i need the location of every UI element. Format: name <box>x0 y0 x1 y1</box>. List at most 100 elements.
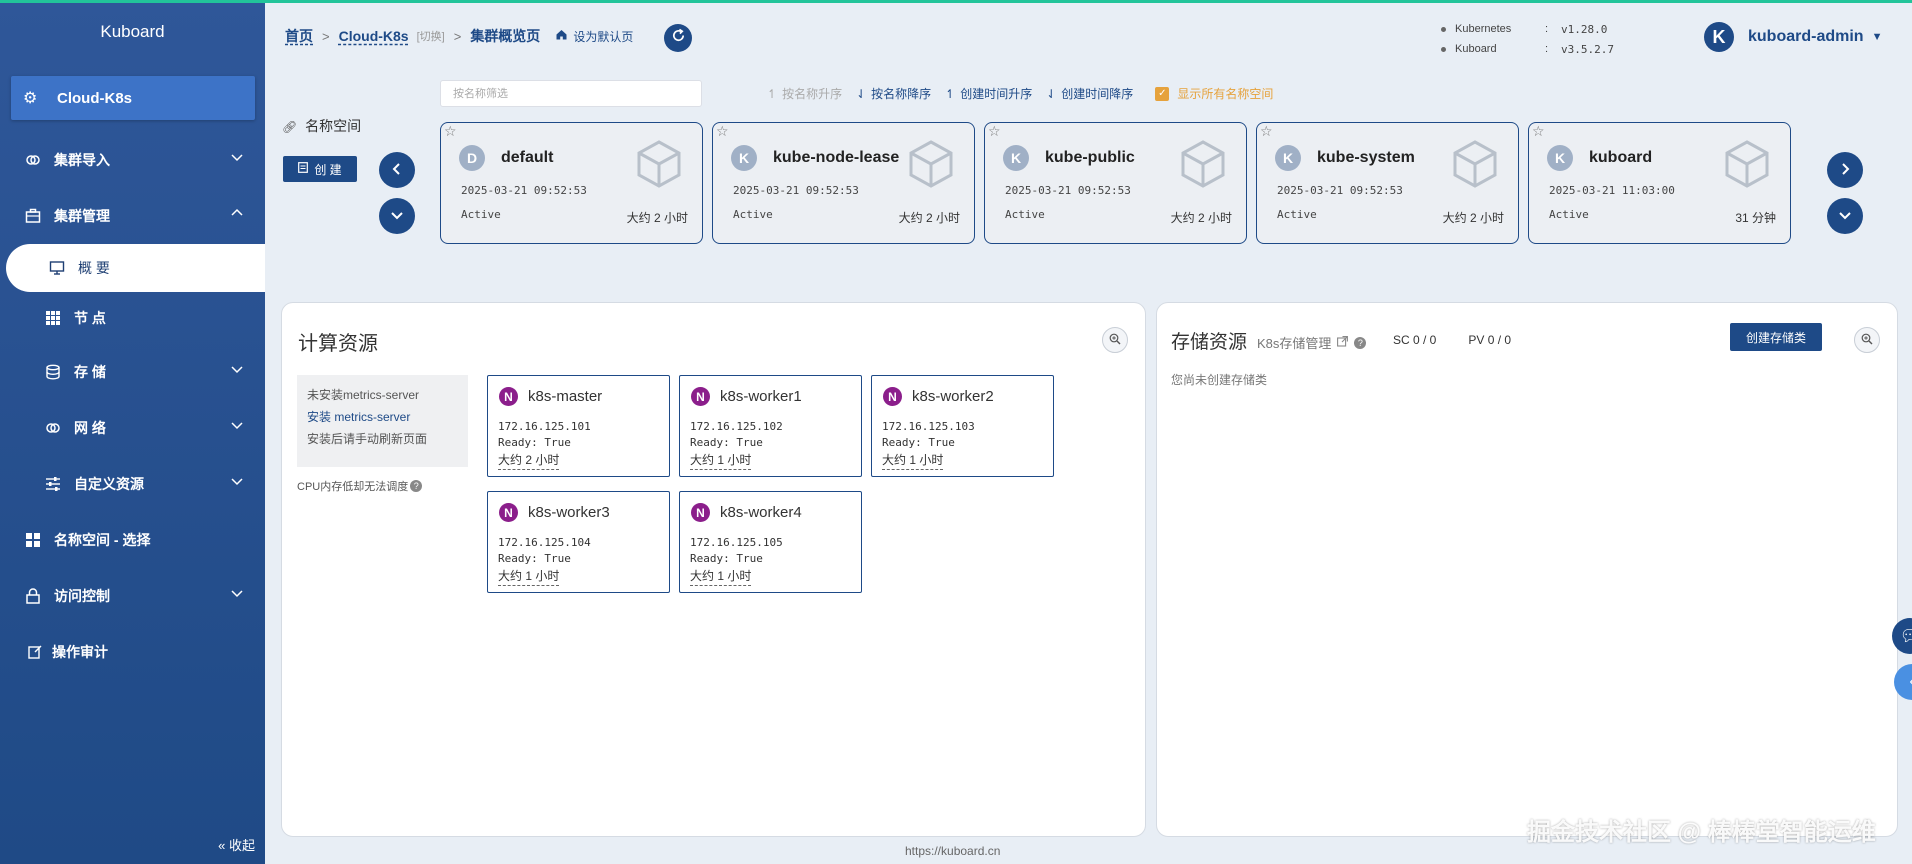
metrics-server-notice: 未安装metrics-server 安装 metrics-server 安装后请… <box>297 375 468 467</box>
node-card-k8s-master[interactable]: N k8s-master 172.16.125.101 Ready: True … <box>487 375 670 477</box>
sidebar-item-label: 集群管理 <box>54 208 110 224</box>
arrow-up-icon: ↿ <box>767 86 778 101</box>
namespace-age: 大约 2 小时 <box>626 211 688 225</box>
star-icon[interactable]: ☆ <box>716 123 729 140</box>
network-icon <box>44 419 62 437</box>
sidebar-item-network[interactable]: 网 络 <box>0 408 265 448</box>
namespace-card-kube-system[interactable]: ☆ K kube-system 2025-03-21 09:52:53 Acti… <box>1256 122 1519 244</box>
chevron-down-icon <box>231 419 243 434</box>
user-menu[interactable]: K kuboard-admin ▼ <box>1704 22 1882 52</box>
arrow-up-icon: ↿ <box>945 86 956 101</box>
cube-icon <box>1725 140 1769 188</box>
double-chevron-left-icon: « <box>218 838 226 853</box>
sidebar-item-namespace-select[interactable]: 名称空间 - 选择 <box>0 520 265 560</box>
footer-url[interactable]: https://kuboard.cn <box>905 844 1000 858</box>
breadcrumb-current: 集群概览页 <box>470 28 541 44</box>
node-name: k8s-worker3 <box>528 504 610 521</box>
app-logo[interactable]: Kuboard <box>0 22 265 42</box>
sidebar-item-custom-resources[interactable]: 自定义资源 <box>0 464 265 504</box>
sidebar: Kuboard ⚙ Cloud-K8s 集群导入 集群管理 概 要 节 点 存 … <box>0 0 265 864</box>
sort-name-desc[interactable]: ⇃ 按名称降序 <box>856 85 931 102</box>
sidebar-collapse[interactable]: « 收起 <box>218 835 255 854</box>
sidebar-item-label: 集群导入 <box>54 152 110 168</box>
breadcrumb-cluster[interactable]: Cloud-K8s <box>339 28 409 44</box>
sort-name-asc[interactable]: ↿ 按名称升序 <box>767 85 842 102</box>
namespace-status: Active <box>1549 208 1589 221</box>
zoom-button[interactable] <box>1854 327 1880 353</box>
sort-label: 按名称降序 <box>871 87 932 101</box>
chevron-up-icon <box>231 207 243 222</box>
node-ip: 172.16.125.103 <box>882 420 975 433</box>
node-card-k8s-worker1[interactable]: N k8s-worker1 172.16.125.102 Ready: True… <box>679 375 862 477</box>
sidebar-item-import[interactable]: 集群导入 <box>0 140 265 180</box>
storage-management-link[interactable]: K8s存储管理 ? <box>1257 333 1367 352</box>
node-card-k8s-worker2[interactable]: N k8s-worker2 172.16.125.103 Ready: True… <box>871 375 1054 477</box>
sidebar-item-nodes[interactable]: 节 点 <box>0 298 265 338</box>
sidebar-item-overview[interactable]: 概 要 <box>6 244 265 292</box>
set-default-label: 设为默认页 <box>573 29 634 44</box>
namespace-sort-bar: ↿ 按名称升序 ⇃ 按名称降序 ↿ 创建时间升序 ⇃ 创建时间降序 ✓ 显示所有… <box>767 85 1273 102</box>
namespace-age: 大约 2 小时 <box>1442 211 1504 225</box>
sidebar-item-manage[interactable]: 集群管理 <box>0 196 265 236</box>
star-icon[interactable]: ☆ <box>1532 123 1545 140</box>
node-ip: 172.16.125.105 <box>690 536 783 549</box>
sidebar-item-label: 访问控制 <box>54 588 110 604</box>
star-icon[interactable]: ☆ <box>444 123 457 140</box>
namespace-card-kube-public[interactable]: ☆ K kube-public 2025-03-21 09:52:53 Acti… <box>984 122 1247 244</box>
version-row-kubernetes: Kubernetes : v1.28.0 <box>1441 19 1614 39</box>
sidebar-item-audit[interactable]: 操作审计 <box>0 632 265 672</box>
sort-created-asc[interactable]: ↿ 创建时间升序 <box>945 85 1032 102</box>
create-storage-class-button[interactable]: 创建存储类 <box>1730 323 1822 351</box>
set-default-button[interactable]: 设为默认页 <box>556 28 633 45</box>
node-name: k8s-worker4 <box>720 504 802 521</box>
expand-namespaces-button-right[interactable] <box>1827 198 1863 234</box>
node-card-k8s-worker3[interactable]: N k8s-worker3 172.16.125.104 Ready: True… <box>487 491 670 593</box>
sidebar-item-label: 存 储 <box>74 364 106 380</box>
sidebar-item-storage[interactable]: 存 储 <box>0 352 265 392</box>
scroll-right-button[interactable] <box>1827 152 1863 188</box>
refresh-button[interactable] <box>664 24 692 52</box>
node-ready: Ready: True <box>498 436 571 449</box>
version-key: Kuboard <box>1455 43 1497 55</box>
breadcrumb-switch[interactable]: [切换] <box>417 28 445 44</box>
storage-stats: SC 0 / 0 PV 0 / 0 <box>1393 333 1543 347</box>
namespace-card-default[interactable]: ☆ D default 2025-03-21 09:52:53 Active 大… <box>440 122 703 244</box>
star-icon[interactable]: ☆ <box>988 123 1001 140</box>
link-icon <box>24 151 42 169</box>
help-icon[interactable]: ? <box>1354 336 1367 349</box>
storage-title: 存储资源 <box>1171 332 1248 353</box>
help-icon[interactable]: ? <box>410 480 423 492</box>
chevron-left-icon <box>390 160 404 181</box>
node-ready: Ready: True <box>690 436 763 449</box>
compute-title: 计算资源 <box>298 333 378 355</box>
zoom-button[interactable] <box>1102 327 1128 353</box>
chevron-down-icon <box>390 206 404 227</box>
namespace-filter-input[interactable] <box>440 80 702 107</box>
scroll-left-button[interactable] <box>379 152 415 188</box>
namespace-card-kube-node-lease[interactable]: ☆ K kube-node-lease 2025-03-21 09:52:53 … <box>712 122 975 244</box>
show-all-namespaces-checkbox[interactable]: ✓ 显示所有名称空间 <box>1155 85 1273 102</box>
create-namespace-button[interactable]: 创 建 <box>283 156 357 182</box>
star-icon[interactable]: ☆ <box>1260 123 1273 140</box>
breadcrumb-home[interactable]: 首页 <box>285 26 313 46</box>
node-card-k8s-worker4[interactable]: N k8s-worker4 172.16.125.105 Ready: True… <box>679 491 862 593</box>
sidebar-cluster-selected[interactable]: ⚙ Cloud-K8s <box>11 76 255 120</box>
sort-created-desc[interactable]: ⇃ 创建时间降序 <box>1046 85 1133 102</box>
cpu-note: CPU内存低却无法调度 ? <box>297 478 423 494</box>
namespace-created: 2025-03-21 11:03:00 <box>1549 184 1675 197</box>
namespace-age: 31 分钟 <box>1735 211 1776 225</box>
expand-namespaces-button[interactable] <box>379 198 415 234</box>
home-icon <box>556 29 567 43</box>
zoom-in-icon <box>1861 333 1873 348</box>
sliders-icon <box>44 475 62 493</box>
version-key: Kubernetes <box>1455 23 1512 35</box>
namespace-name: kube-system <box>1317 149 1415 166</box>
cube-icon <box>1181 140 1225 188</box>
chevron-down-icon <box>231 363 243 378</box>
chevron-down-icon <box>1838 206 1852 227</box>
namespace-card-kuboard[interactable]: ☆ K kuboard 2025-03-21 11:03:00 Active 3… <box>1528 122 1791 244</box>
sort-label: 按名称升序 <box>782 87 843 101</box>
sidebar-item-label: 操作审计 <box>52 644 108 660</box>
sidebar-item-access-control[interactable]: 访问控制 <box>0 576 265 616</box>
install-metrics-link[interactable]: 安装 metrics-server <box>307 408 458 430</box>
